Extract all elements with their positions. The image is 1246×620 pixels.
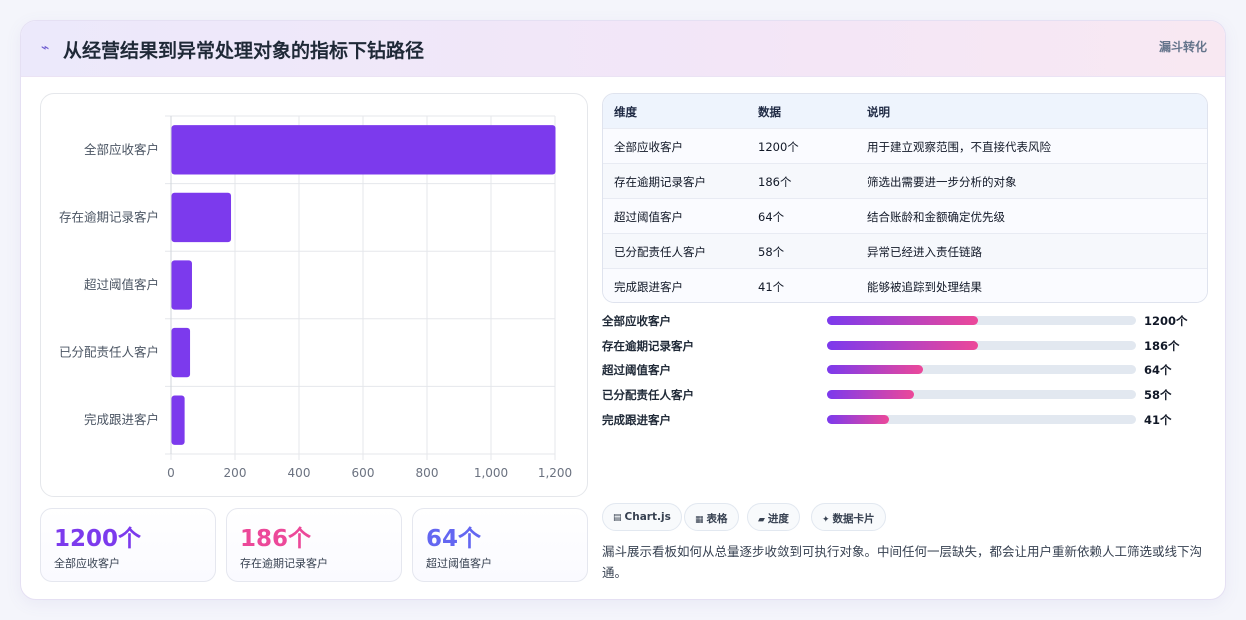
table-cell: 全部应收客户 bbox=[614, 140, 683, 154]
category-label: 存在逾期记录客户 bbox=[59, 209, 159, 224]
table-cell: 用于建立观察范围，不直接代表风险 bbox=[867, 140, 1051, 154]
page-title: 从经营结果到异常处理对象的指标下钻路径 bbox=[63, 40, 425, 62]
progress-label: 超过阈值客户 bbox=[602, 363, 671, 377]
chip-label: Chart.js bbox=[624, 511, 671, 523]
progress-icon: ▰ bbox=[758, 515, 765, 525]
progress-row: 存在逾期记录客户 186个 bbox=[602, 337, 1208, 355]
data-table: 维度 数据 说明 全部应收客户 1200个 用于建立观察范围，不直接代表风险 存… bbox=[602, 93, 1208, 303]
progress-row: 超过阈值客户 64个 bbox=[602, 361, 1208, 379]
table-cell: 存在逾期记录客户 bbox=[614, 175, 706, 189]
x-tick-label: 200 bbox=[224, 466, 247, 480]
table-row: 存在逾期记录客户 186个 筛选出需要进一步分析的对象 bbox=[603, 164, 1207, 199]
funnel-bar-chart: 0 200 400 600 800 1,000 1,200 全部应收客户存在逾期记录客户超过阈… bbox=[40, 93, 588, 497]
table-cell: 筛选出需要进一步分析的对象 bbox=[867, 175, 1017, 189]
trend-line-icon: ⌁ bbox=[41, 40, 50, 56]
progress-fill bbox=[827, 316, 979, 325]
progress-label: 已分配责任人客户 bbox=[602, 388, 694, 402]
progress-value: 64个 bbox=[1144, 363, 1172, 377]
kpi-card-overdue: 186个 存在逾期记录客户 bbox=[226, 508, 402, 582]
progress-fill bbox=[827, 341, 979, 350]
chip-label: 表格 bbox=[706, 513, 728, 525]
chip-table[interactable]: ▦ 表格 bbox=[684, 503, 739, 531]
table-row: 完成跟进客户 41个 能够被追踪到处理结果 bbox=[603, 269, 1207, 302]
table-cell: 能够被追踪到处理结果 bbox=[867, 280, 982, 294]
table-cell: 64个 bbox=[758, 210, 785, 224]
progress-track bbox=[827, 341, 1136, 350]
kpi-value: 1200个 bbox=[54, 526, 142, 552]
chip-progress[interactable]: ▰ 进度 bbox=[747, 503, 800, 531]
kpi-card-total: 1200个 全部应收客户 bbox=[40, 508, 216, 582]
bar bbox=[171, 260, 192, 310]
chip-chartjs[interactable]: ▤ Chart.js bbox=[602, 503, 682, 531]
table-cell: 1200个 bbox=[758, 140, 799, 154]
table-cell: 41个 bbox=[758, 280, 785, 294]
progress-label: 完成跟进客户 bbox=[602, 413, 671, 427]
chip-label: 数据卡片 bbox=[832, 513, 875, 525]
x-tick-label: 600 bbox=[352, 466, 375, 480]
chip-label: 进度 bbox=[767, 513, 789, 525]
table-cell: 结合账龄和金额确定优先级 bbox=[867, 210, 1005, 224]
table-header-cell: 说明 bbox=[867, 105, 890, 119]
progress-label: 全部应收客户 bbox=[602, 314, 671, 328]
x-tick-label: 1,000 bbox=[474, 466, 508, 480]
table-header-row: 维度 数据 说明 bbox=[603, 94, 1207, 129]
x-tick-label: 800 bbox=[416, 466, 439, 480]
progress-value: 41个 bbox=[1144, 413, 1172, 427]
bar bbox=[171, 395, 185, 445]
category-label: 超过阈值客户 bbox=[84, 277, 159, 292]
x-tick-label: 1,200 bbox=[538, 466, 572, 480]
table-cell: 186个 bbox=[758, 175, 792, 189]
progress-fill bbox=[827, 415, 889, 424]
x-tick-label: 0 bbox=[167, 466, 175, 480]
bar-chart-svg: 0 200 400 600 800 1,000 1,200 全部应收客户存在逾期记录客户超过阈… bbox=[59, 115, 572, 480]
funnel-tag: 漏斗转化 bbox=[1158, 40, 1207, 54]
progress-fill bbox=[827, 390, 914, 399]
table-icon: ▦ bbox=[695, 515, 704, 525]
category-label: 完成跟进客户 bbox=[84, 412, 159, 427]
table-header-cell: 数据 bbox=[758, 105, 781, 119]
progress-value: 1200个 bbox=[1144, 314, 1188, 328]
category-label: 全部应收客户 bbox=[84, 142, 159, 157]
table-row: 超过阈值客户 64个 结合账龄和金额确定优先级 bbox=[603, 199, 1207, 234]
progress-row: 全部应收客户 1200个 bbox=[602, 312, 1208, 330]
table-cell: 已分配责任人客户 bbox=[614, 245, 706, 259]
table-row: 已分配责任人客户 58个 异常已经进入责任链路 bbox=[603, 234, 1207, 269]
progress-track bbox=[827, 316, 1136, 325]
table-cell: 58个 bbox=[758, 245, 785, 259]
kpi-label: 超过阈值客户 bbox=[426, 557, 492, 570]
x-tick-label: 400 bbox=[288, 466, 311, 480]
bar bbox=[171, 327, 191, 378]
progress-fill bbox=[827, 365, 923, 374]
chip-data-card[interactable]: ✦ 数据卡片 bbox=[811, 503, 886, 531]
progress-row: 完成跟进客户 41个 bbox=[602, 411, 1208, 429]
header: ⌁ 从经营结果到异常处理对象的指标下钻路径 漏斗转化 bbox=[21, 21, 1225, 77]
kpi-card-threshold: 64个 超过阈值客户 bbox=[412, 508, 588, 582]
progress-value: 58个 bbox=[1144, 388, 1172, 402]
progress-track bbox=[827, 365, 1136, 374]
description-note: 漏斗展示看板如何从总量逐步收敛到可执行对象。中间任何一层缺失，都会让用户重新依赖… bbox=[602, 544, 1203, 580]
dashboard-card: ⌁ 从经营结果到异常处理对象的指标下钻路径 漏斗转化 0 200 400 600 800… bbox=[20, 20, 1226, 600]
chart-icon: ▤ bbox=[613, 513, 622, 523]
bar bbox=[171, 125, 556, 175]
table-cell: 异常已经进入责任链路 bbox=[867, 245, 982, 259]
bar bbox=[171, 192, 232, 243]
table-header-cell: 维度 bbox=[614, 105, 637, 119]
kpi-value: 64个 bbox=[426, 526, 482, 552]
kpi-label: 全部应收客户 bbox=[54, 557, 120, 570]
progress-value: 186个 bbox=[1144, 339, 1180, 353]
card-icon: ✦ bbox=[822, 515, 830, 525]
progress-track bbox=[827, 390, 1136, 399]
table-cell: 超过阈值客户 bbox=[614, 210, 683, 224]
progress-row: 已分配责任人客户 58个 bbox=[602, 386, 1208, 404]
progress-track bbox=[827, 415, 1136, 424]
progress-label: 存在逾期记录客户 bbox=[602, 339, 694, 353]
table-cell: 完成跟进客户 bbox=[614, 280, 683, 294]
kpi-label: 存在逾期记录客户 bbox=[240, 557, 328, 570]
kpi-value: 186个 bbox=[240, 526, 312, 552]
category-label: 已分配责任人客户 bbox=[59, 345, 159, 360]
table-row: 全部应收客户 1200个 用于建立观察范围，不直接代表风险 bbox=[603, 129, 1207, 164]
